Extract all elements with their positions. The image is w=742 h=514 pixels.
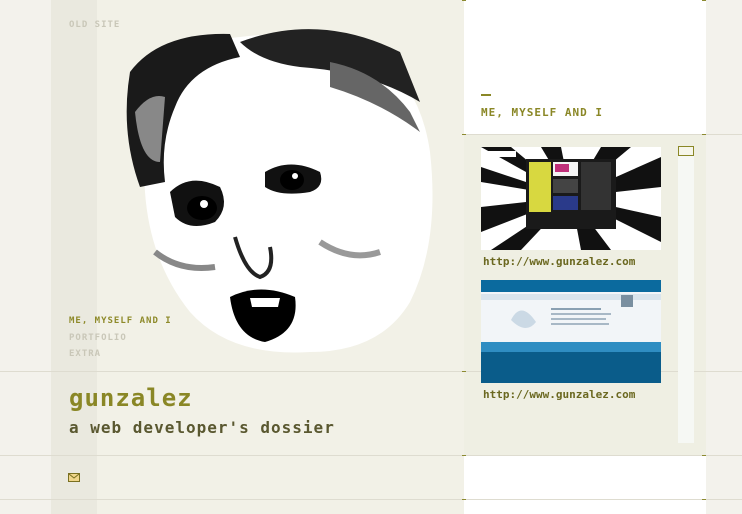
site-title: gunzalez [69, 384, 193, 412]
divider [0, 455, 742, 456]
divider [0, 499, 742, 500]
tick-mark [462, 371, 466, 372]
portfolio-link[interactable]: http://www.gunzalez.com [483, 255, 635, 268]
divider [464, 134, 742, 135]
nav-item-portfolio[interactable]: PORTFOLIO [69, 333, 127, 343]
scrollbar-track[interactable] [678, 146, 694, 443]
tick-mark [702, 499, 706, 500]
nav-old-site-link[interactable]: OLD SITE [69, 20, 120, 30]
portfolio-link[interactable]: http://www.gunzalez.com [483, 388, 635, 401]
tick-mark [462, 455, 466, 456]
tick-mark [702, 134, 706, 135]
tick-mark [462, 134, 466, 135]
mail-icon[interactable] [68, 473, 80, 482]
portfolio-thumbnail[interactable] [481, 280, 661, 383]
portrait-illustration [126, 29, 433, 353]
tick-mark [462, 0, 466, 1]
tick-mark [702, 0, 706, 1]
tick-mark [462, 499, 466, 500]
portfolio-thumbnail[interactable] [481, 147, 661, 250]
nav-item-me-myself-and-i[interactable]: ME, MYSELF AND I [69, 316, 172, 326]
heading-dash [481, 94, 491, 96]
scrollbar-thumb[interactable] [678, 146, 694, 156]
section-heading: ME, MYSELF AND I [481, 106, 603, 119]
nav-item-extra[interactable]: EXTRA [69, 349, 101, 359]
tick-mark [702, 455, 706, 456]
site-subtitle: a web developer's dossier [69, 418, 335, 437]
